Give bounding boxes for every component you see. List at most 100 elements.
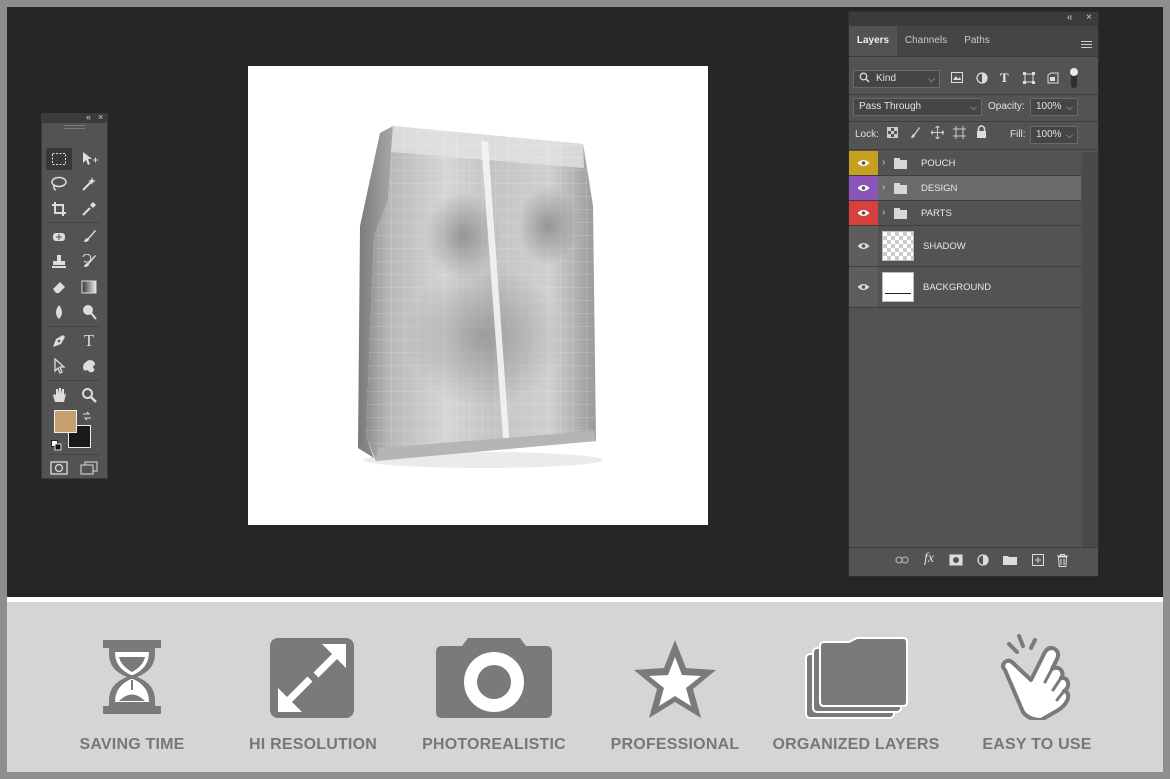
lock-image-pixels-icon[interactable] xyxy=(909,126,921,142)
eye-icon[interactable] xyxy=(849,176,878,200)
layer-row-design[interactable]: › DESIGN xyxy=(849,176,1081,201)
close-icon[interactable]: × xyxy=(98,112,103,122)
feature-easy-to-use: EASY TO USE xyxy=(952,630,1122,760)
lock-artboard-icon[interactable] xyxy=(953,126,966,142)
opacity-value: 100% xyxy=(1036,101,1062,112)
tab-paths[interactable]: Paths xyxy=(955,26,999,56)
folder-icon xyxy=(894,158,907,169)
opacity-label: Opacity: xyxy=(988,101,1025,112)
layer-row-shadow[interactable]: SHADOW xyxy=(849,226,1081,267)
eyedropper-tool-icon[interactable] xyxy=(76,198,102,220)
lock-transparent-pixels-icon[interactable] xyxy=(887,127,898,141)
adjustment-filter-icon[interactable] xyxy=(976,72,988,87)
screen-mode-icon[interactable] xyxy=(76,457,102,479)
layer-name: POUCH xyxy=(921,158,956,169)
path-selection-tool-icon[interactable] xyxy=(46,355,72,377)
lasso-tool-icon[interactable] xyxy=(46,173,72,195)
magic-wand-tool-icon[interactable] xyxy=(76,173,102,195)
feature-professional: PROFESSIONAL xyxy=(590,630,760,760)
feature-label: PROFESSIONAL xyxy=(610,736,740,753)
fill-label: Fill: xyxy=(1010,129,1026,140)
custom-shape-tool-icon[interactable] xyxy=(76,355,102,377)
eye-icon[interactable] xyxy=(849,151,878,175)
type-tool-icon[interactable]: T xyxy=(76,330,102,352)
gradient-tool-icon[interactable] xyxy=(76,276,102,298)
tools-panel-header[interactable]: « × xyxy=(42,112,107,123)
chevron-right-icon[interactable]: › xyxy=(882,207,885,218)
layer-row-parts[interactable]: › PARTS xyxy=(849,201,1081,226)
collapse-icon[interactable]: « xyxy=(1067,12,1073,23)
clone-stamp-tool-icon[interactable] xyxy=(46,251,72,273)
chevron-down-icon: ⌵ xyxy=(1066,130,1073,140)
collapse-icon[interactable]: « xyxy=(86,112,91,122)
dodge-tool-icon[interactable] xyxy=(76,301,102,323)
new-group-icon[interactable] xyxy=(1003,554,1017,568)
layer-row-pouch[interactable]: › POUCH xyxy=(849,151,1081,176)
lock-all-icon[interactable] xyxy=(976,125,987,141)
shape-filter-icon[interactable] xyxy=(1023,72,1035,87)
feature-label: ORGANIZED LAYERS xyxy=(772,736,940,753)
camera-icon xyxy=(436,638,552,718)
eraser-tool-icon[interactable] xyxy=(46,276,72,298)
opacity-field[interactable]: 100% ⌵ xyxy=(1030,98,1078,116)
pouch-mockup-image xyxy=(358,126,603,468)
close-icon[interactable]: × xyxy=(1086,12,1092,23)
hand-tool-icon[interactable] xyxy=(46,384,72,406)
swap-colors-icon[interactable] xyxy=(82,408,92,426)
fx-icon[interactable]: fx xyxy=(924,551,934,567)
panel-menu-icon[interactable] xyxy=(1081,36,1092,54)
layer-name: PARTS xyxy=(921,208,952,219)
tab-layers[interactable]: Layers xyxy=(849,26,897,56)
crop-tool-icon[interactable] xyxy=(46,198,72,220)
adjustment-layer-icon[interactable] xyxy=(977,554,989,569)
new-layer-icon[interactable] xyxy=(1032,554,1044,569)
layers-scrollbar[interactable] xyxy=(1082,152,1098,548)
zoom-tool-icon[interactable] xyxy=(76,384,102,406)
folders-icon xyxy=(805,637,908,719)
layers-panel-header[interactable]: « × xyxy=(849,12,1098,26)
brush-tool-icon[interactable] xyxy=(76,226,102,248)
type-filter-icon[interactable]: T xyxy=(1000,70,1009,86)
filter-toggle[interactable] xyxy=(1070,68,1078,88)
feature-label: EASY TO USE xyxy=(982,736,1092,753)
rectangular-marquee-tool-icon[interactable] xyxy=(46,148,72,170)
eye-icon[interactable] xyxy=(849,201,878,225)
foreground-color-swatch[interactable] xyxy=(54,410,77,433)
folder-icon xyxy=(894,183,907,194)
layer-thumbnail xyxy=(882,272,914,302)
tab-channels[interactable]: Channels xyxy=(899,26,953,56)
blend-mode-dropdown[interactable]: Pass Through ⌵ xyxy=(853,98,982,116)
feature-saving-time: SAVING TIME xyxy=(47,630,217,760)
filter-kind-dropdown[interactable]: Kind ⌵ xyxy=(853,70,940,88)
link-layers-icon[interactable] xyxy=(895,554,909,568)
tools-grip[interactable] xyxy=(42,123,107,129)
history-brush-tool-icon[interactable] xyxy=(76,251,102,273)
tap-hand-icon xyxy=(1001,634,1071,720)
expand-arrows-icon xyxy=(270,638,354,718)
pixel-filter-icon[interactable] xyxy=(951,72,963,86)
layer-name: BACKGROUND xyxy=(923,282,992,293)
hourglass-icon xyxy=(103,640,161,714)
eye-icon[interactable] xyxy=(849,226,878,266)
lock-position-icon[interactable] xyxy=(930,125,945,142)
blur-tool-icon[interactable] xyxy=(46,301,72,323)
filter-kind-label: Kind xyxy=(876,73,897,84)
layer-name: DESIGN xyxy=(921,183,958,194)
layer-row-background[interactable]: BACKGROUND xyxy=(849,267,1081,308)
chevron-right-icon[interactable]: › xyxy=(882,157,885,168)
layer-thumbnail xyxy=(882,231,914,261)
add-mask-icon[interactable] xyxy=(949,554,963,569)
folder-icon xyxy=(894,208,907,219)
move-tool-icon[interactable] xyxy=(76,148,102,170)
quick-mask-icon[interactable] xyxy=(46,457,72,479)
fill-field[interactable]: 100% ⌵ xyxy=(1030,126,1078,144)
smart-object-filter-icon[interactable] xyxy=(1047,72,1059,87)
feature-label: SAVING TIME xyxy=(79,736,185,753)
eye-icon[interactable] xyxy=(849,267,878,307)
chevron-right-icon[interactable]: › xyxy=(882,182,885,193)
pen-tool-icon[interactable] xyxy=(46,330,72,352)
document-canvas[interactable] xyxy=(248,66,708,525)
tools-panel: « × T xyxy=(41,112,108,479)
delete-layer-icon[interactable] xyxy=(1057,554,1068,570)
spot-healing-tool-icon[interactable] xyxy=(46,226,72,248)
